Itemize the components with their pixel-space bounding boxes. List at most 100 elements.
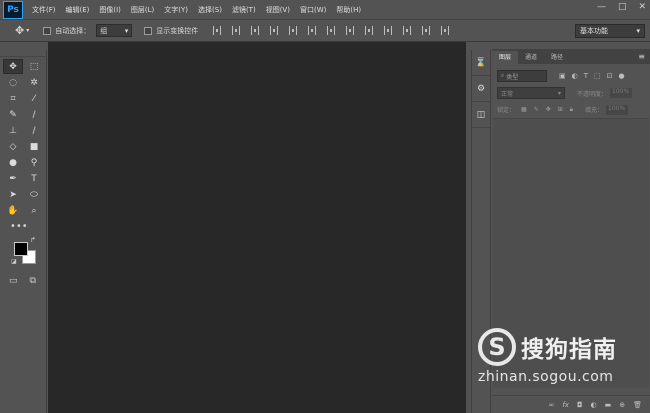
watermark-url: zhinan.sogou.com bbox=[478, 369, 614, 385]
panel-menu-icon[interactable]: ≡ bbox=[638, 52, 645, 61]
eraser-icon[interactable]: ◇ bbox=[3, 139, 23, 154]
close-button[interactable]: ✕ bbox=[638, 2, 646, 12]
blur-icon[interactable]: ● bbox=[3, 155, 23, 170]
lock-all-icon[interactable]: 🔒︎ bbox=[570, 106, 573, 114]
distribute-left-icon[interactable] bbox=[384, 26, 393, 35]
foreground-color[interactable] bbox=[14, 242, 28, 256]
layer-style-icon[interactable]: fx bbox=[562, 401, 569, 409]
dodge-icon[interactable]: ⚲ bbox=[24, 155, 44, 170]
menu-select[interactable]: 选择(S) bbox=[198, 5, 222, 15]
tab-layers[interactable]: 图层 bbox=[492, 51, 519, 64]
lock-image-icon[interactable]: ✎ bbox=[534, 106, 539, 114]
zoom-icon[interactable]: ⌕ bbox=[24, 203, 44, 218]
crop-icon[interactable]: ⌗ bbox=[3, 91, 23, 106]
align-left-icon[interactable] bbox=[270, 26, 279, 35]
distribute-horizontal-center-icon[interactable] bbox=[403, 26, 412, 35]
sogou-logo: S bbox=[478, 328, 516, 366]
gradient-icon[interactable]: ■ bbox=[24, 139, 44, 154]
blend-mode-dropdown[interactable]: 正常 ▾ bbox=[497, 87, 565, 99]
distribute-vertical-center-icon[interactable] bbox=[346, 26, 355, 35]
menu-view[interactable]: 视图(V) bbox=[266, 5, 290, 15]
lock-transparent-icon[interactable]: ▦ bbox=[521, 106, 527, 114]
fill-field[interactable]: 100% bbox=[606, 104, 628, 115]
align-horizontal-center-icon[interactable] bbox=[289, 26, 298, 35]
ellipse-icon[interactable]: ⬭ bbox=[24, 187, 44, 202]
menu-help[interactable]: 帮助(H) bbox=[336, 5, 361, 15]
minimize-button[interactable]: — bbox=[597, 2, 606, 12]
lock-row: 锁定： ▦ ✎ ✥ ⊞ 🔒︎ 填充： 100% bbox=[492, 102, 650, 117]
show-transform-option: 显示变换控件 bbox=[144, 26, 198, 36]
hand-icon[interactable]: ✋ bbox=[3, 203, 23, 218]
adjustment-layer-icon[interactable]: ◐ bbox=[591, 401, 597, 409]
link-layers-icon[interactable]: ∞ bbox=[549, 401, 555, 409]
filter-pixel-icon[interactable]: ▣ bbox=[559, 72, 566, 80]
lasso-icon[interactable]: ◌ bbox=[3, 75, 23, 90]
quick-mask-icon[interactable]: ▭ bbox=[9, 276, 18, 286]
tools-panel-header[interactable] bbox=[0, 50, 46, 57]
history-brush-icon[interactable]: ∕ bbox=[24, 123, 44, 138]
menu-edit[interactable]: 编辑(E) bbox=[66, 5, 90, 15]
brush-icon[interactable]: ∕ bbox=[24, 107, 44, 122]
clone-stamp-icon[interactable]: ⊥ bbox=[3, 123, 23, 138]
panel-tabs: 图层 通道 路径 ≡ bbox=[492, 49, 650, 64]
screen-mode-icon[interactable]: ⧉ bbox=[30, 276, 36, 286]
tab-channels[interactable]: 通道 bbox=[518, 51, 544, 64]
show-transform-checkbox[interactable] bbox=[144, 26, 153, 35]
layer-filter-value: 类型 bbox=[506, 73, 519, 81]
distribute-right-icon[interactable] bbox=[422, 26, 431, 35]
path-selection-icon[interactable]: ➤ bbox=[3, 187, 23, 202]
magic-wand-icon[interactable]: ✲ bbox=[24, 75, 44, 90]
filter-smart-object-icon[interactable]: ⊡ bbox=[607, 72, 613, 80]
filter-shape-icon[interactable]: ⬚ bbox=[594, 72, 601, 80]
filter-type-icon[interactable]: T bbox=[584, 72, 588, 80]
layer-mask-icon[interactable]: ◘ bbox=[577, 401, 583, 409]
chevron-down-icon[interactable]: ▾ bbox=[26, 27, 29, 34]
distribute-top-icon[interactable] bbox=[327, 26, 336, 35]
filter-toggle-icon[interactable]: ● bbox=[619, 72, 625, 80]
opacity-field[interactable]: 100% bbox=[610, 88, 633, 98]
marquee-icon[interactable]: ⬚ bbox=[24, 59, 44, 74]
properties-panel-icon[interactable]: ⚙ bbox=[472, 76, 490, 102]
auto-align-layers-icon[interactable] bbox=[441, 26, 450, 35]
menu-filter[interactable]: 滤镜(T) bbox=[232, 5, 256, 15]
new-layer-icon[interactable]: ⊕ bbox=[619, 401, 625, 409]
menu-window[interactable]: 窗口(W) bbox=[300, 5, 326, 15]
blend-mode-value: 正常 bbox=[501, 90, 514, 98]
swap-colors-icon[interactable]: ↱ bbox=[30, 236, 36, 244]
layer-filter-dropdown[interactable]: ⌕ 类型 bbox=[497, 70, 547, 82]
menu-image[interactable]: 图像(I) bbox=[99, 5, 121, 15]
menu-file[interactable]: 文件(F) bbox=[32, 5, 56, 15]
align-top-icon[interactable] bbox=[213, 26, 222, 35]
maximize-button[interactable]: □ bbox=[618, 2, 627, 12]
move-icon[interactable]: ✥ bbox=[3, 59, 23, 74]
auto-select-checkbox[interactable] bbox=[43, 26, 52, 35]
menu-layer[interactable]: 图层(L) bbox=[131, 5, 154, 15]
edit-toolbar-icon[interactable]: ••• bbox=[0, 221, 46, 232]
healing-brush-icon[interactable]: ✎ bbox=[3, 107, 23, 122]
tab-paths[interactable]: 路径 bbox=[544, 51, 570, 64]
workspace-dropdown[interactable]: 基本功能 ▾ bbox=[575, 24, 645, 38]
lock-artboard-icon[interactable]: ⊞ bbox=[558, 106, 563, 114]
auto-select-dropdown[interactable]: 组 ▾ bbox=[96, 24, 133, 37]
pen-icon[interactable]: ✒ bbox=[3, 171, 23, 186]
filter-adjustment-icon[interactable]: ◐ bbox=[572, 72, 578, 80]
adjustments-panel-icon[interactable]: ◫ bbox=[472, 102, 490, 128]
menu-type[interactable]: 文字(Y) bbox=[164, 5, 188, 15]
document-canvas[interactable] bbox=[48, 42, 466, 413]
align-distribute-icons bbox=[213, 26, 450, 35]
default-colors-icon[interactable]: ◪ bbox=[11, 258, 17, 265]
history-panel-icon[interactable]: ⌛ bbox=[472, 50, 490, 76]
move-tool-preset-icon[interactable]: ✥ bbox=[15, 24, 24, 37]
eyedropper-icon[interactable]: ⁄ bbox=[24, 91, 44, 106]
delete-layer-icon[interactable]: 🗑︎ bbox=[633, 401, 642, 409]
align-right-icon[interactable] bbox=[308, 26, 317, 35]
show-transform-label: 显示变换控件 bbox=[156, 26, 199, 35]
photoshop-logo: Ps bbox=[3, 0, 23, 19]
type-icon[interactable]: T bbox=[24, 171, 44, 186]
distribute-bottom-icon[interactable] bbox=[365, 26, 374, 35]
watermark-name: 搜狗指南 bbox=[521, 337, 617, 363]
align-bottom-icon[interactable] bbox=[251, 26, 260, 35]
lock-position-icon[interactable]: ✥ bbox=[546, 106, 551, 114]
new-group-icon[interactable]: ▬ bbox=[605, 401, 612, 409]
align-vertical-center-icon[interactable] bbox=[232, 26, 241, 35]
